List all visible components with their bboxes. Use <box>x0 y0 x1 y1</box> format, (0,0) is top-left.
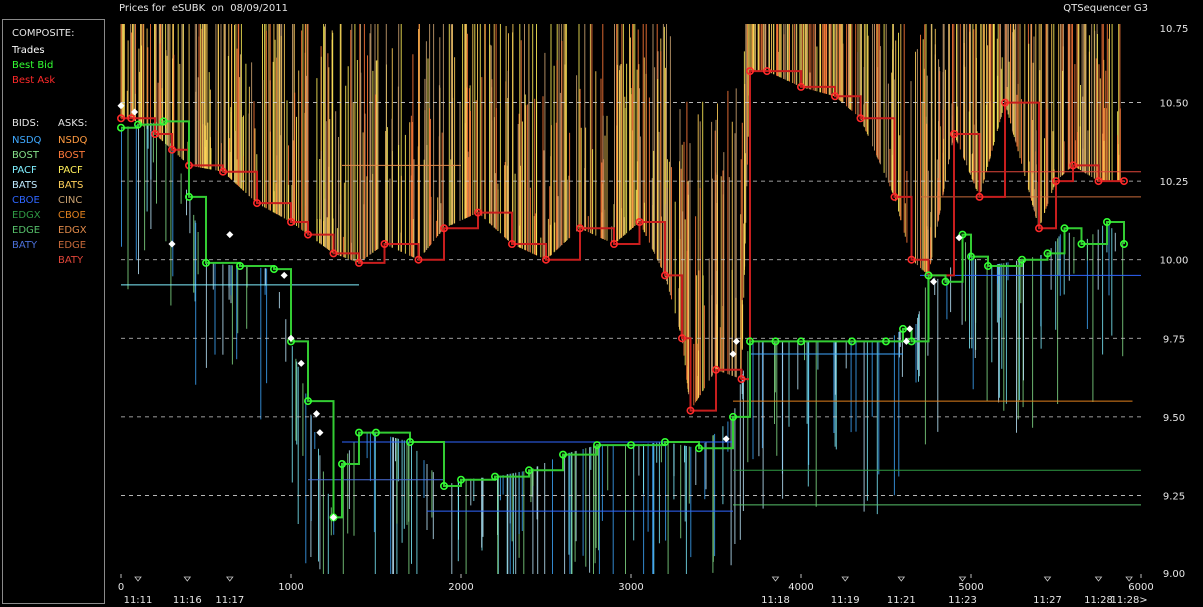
time-label: 11:16 <box>173 595 202 606</box>
time-marker <box>183 576 192 582</box>
time-marker <box>1125 576 1133 582</box>
y-tick-label: 10.50 <box>1160 99 1189 110</box>
time-marker <box>1094 576 1103 582</box>
y-tick-label: 10.25 <box>1160 177 1189 188</box>
x-tick-label: 2000 <box>448 582 473 593</box>
y-tick-label: 9.50 <box>1163 413 1185 424</box>
y-tick-label: 9.00 <box>1163 569 1185 580</box>
x-tick-label: 0 <box>118 582 124 593</box>
time-marker <box>226 576 234 582</box>
time-label: 11:28 <box>1084 595 1113 606</box>
y-tick-label: 9.75 <box>1163 334 1185 345</box>
time-label: 11:28> <box>1110 595 1147 606</box>
x-tick-label: 6000 <box>1128 582 1153 593</box>
y-tick-label: 9.25 <box>1163 491 1185 502</box>
time-marker <box>841 576 849 582</box>
time-label: 11:18 <box>761 595 790 606</box>
y-tick-label: 10.00 <box>1160 256 1189 267</box>
y-tick-label: 10.75 <box>1160 24 1189 35</box>
time-label: 11:11 <box>124 595 153 606</box>
time-marker <box>134 576 142 582</box>
time-marker <box>1043 576 1052 582</box>
price-chart: 10.75 10.50 10.25 10.00 9.75 9.50 9.25 9.00 0 100… <box>117 24 1189 606</box>
time-label: 11:17 <box>215 595 244 606</box>
time-label: 11:23 <box>948 595 977 606</box>
time-label: 11:21 <box>887 595 916 606</box>
x-tick-label: 3000 <box>618 582 643 593</box>
time-marker <box>897 576 906 582</box>
time-marker <box>958 576 967 582</box>
x-tick-label: 1000 <box>278 582 303 593</box>
time-label: 11:19 <box>831 595 860 606</box>
x-tick-label: 4000 <box>788 582 813 593</box>
time-marker <box>771 576 780 582</box>
x-tick-label: 5000 <box>958 582 983 593</box>
time-label: 11:27 <box>1033 595 1062 606</box>
